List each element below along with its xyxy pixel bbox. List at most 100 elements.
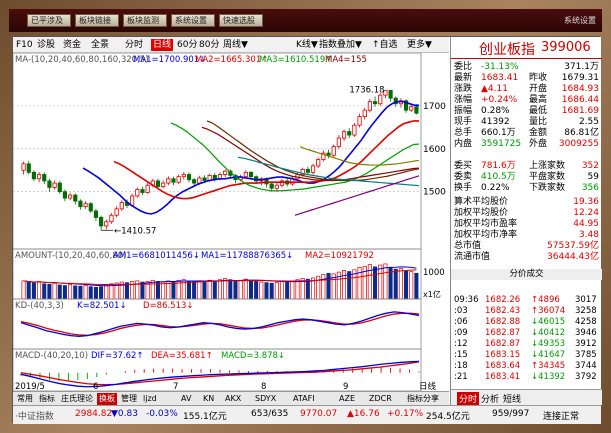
volume-bar bbox=[321, 274, 326, 300]
indicator-tab-4[interactable]: 管理 bbox=[119, 393, 139, 405]
volume-bar bbox=[207, 279, 212, 300]
tool-flow[interactable]: 资金 bbox=[63, 39, 81, 51]
ma-legend-item: MA-(10,20,40,60,80,160,320,5) bbox=[15, 55, 149, 65]
tool-60min[interactable]: 60分 bbox=[177, 39, 197, 51]
volume-bar bbox=[341, 270, 347, 300]
indicator-tab-6[interactable]: AV bbox=[179, 393, 193, 405]
trade-row: :15 1683.15 ↓41647 3785 bbox=[451, 350, 602, 361]
quote-cell: 1679.31 bbox=[561, 73, 599, 83]
indicator-tab-5[interactable]: ljzd bbox=[141, 393, 159, 405]
volume-bar bbox=[31, 282, 36, 300]
tool-80min[interactable]: 80分 bbox=[199, 39, 219, 51]
candle-body bbox=[352, 124, 357, 136]
indicator-tab-3[interactable]: 换板 bbox=[97, 393, 117, 405]
trade-cell: ↓46015 bbox=[531, 317, 566, 327]
indicator-tab-13[interactable]: 指标分享 bbox=[405, 393, 441, 405]
quote-row: 委卖 410.5万 平盘家数 59 bbox=[451, 172, 602, 183]
volume-bar bbox=[161, 281, 166, 300]
tab-quote[interactable]: 分时 bbox=[457, 392, 480, 405]
indicator-tab-2[interactable]: 庄氏理论 bbox=[59, 393, 95, 405]
candle-body bbox=[409, 106, 414, 111]
volume-bar bbox=[409, 271, 414, 300]
candle-body bbox=[357, 116, 362, 126]
tool-minute[interactable]: 分时 bbox=[125, 39, 143, 51]
tool-more[interactable]: 更多▼ bbox=[407, 39, 432, 51]
volume-bar bbox=[93, 286, 98, 300]
volume-bar bbox=[398, 268, 403, 300]
trade-cell: ↓49353 bbox=[531, 339, 566, 349]
tool-full[interactable]: 全景 bbox=[91, 39, 109, 51]
volume-bar bbox=[290, 280, 295, 300]
trade-cell: ↓41647 bbox=[531, 350, 566, 360]
volume-bar bbox=[248, 279, 254, 300]
candle-body bbox=[140, 189, 145, 193]
indicator-tab-8[interactable]: AKX bbox=[223, 393, 243, 405]
volume-tick-label: 1000 bbox=[423, 268, 445, 278]
status-sz-change: ▲16.76 bbox=[347, 409, 380, 419]
tool-period[interactable]: 周线▼ bbox=[223, 39, 248, 51]
quote-cell: 开盘 bbox=[529, 84, 548, 94]
tab-analysis[interactable]: 分析 bbox=[481, 392, 499, 405]
quote-cell: +0.24% bbox=[481, 95, 518, 105]
volume-bar bbox=[99, 286, 104, 300]
date-tick-label: 6 bbox=[93, 382, 98, 391]
volume-bar bbox=[264, 282, 269, 300]
status-sz-index: 9770.07 bbox=[300, 409, 338, 419]
date-tick-label: 2019/5 bbox=[15, 382, 45, 391]
volume-bar bbox=[62, 285, 67, 300]
tab-short-line[interactable]: 短线 bbox=[503, 392, 521, 405]
indicator-tab-0[interactable]: 常用 bbox=[15, 393, 35, 405]
toolbar-button-3[interactable]: 板块监测 bbox=[123, 14, 167, 27]
kd-legend-item: KD-(40,3,3) bbox=[15, 301, 64, 311]
trade-cell: :15 bbox=[454, 350, 468, 360]
quote-cell: 金额 bbox=[529, 128, 548, 138]
volume-bar bbox=[305, 278, 310, 300]
indicator-tab-10[interactable]: ATAFI bbox=[291, 393, 317, 405]
quote-cell: 委卖 bbox=[454, 172, 473, 182]
toolbar-button-1[interactable]: 已平涉及 bbox=[27, 14, 71, 27]
candle-body bbox=[202, 177, 207, 181]
candle-body bbox=[57, 182, 62, 193]
volume-legend-item: AM1=6681011456↓ bbox=[113, 251, 200, 261]
macd-legend-item: DEA=35.681↑ bbox=[151, 351, 213, 361]
tool-f10[interactable]: F10 bbox=[16, 39, 33, 51]
quote-cell: 量比 bbox=[529, 117, 548, 127]
indicator-tab-1[interactable]: 指标 bbox=[37, 393, 57, 405]
quote-cell: 1684.93 bbox=[561, 84, 599, 94]
tool-daily[interactable]: 日线 bbox=[151, 39, 174, 51]
quote-cell: -31.13% bbox=[481, 62, 519, 72]
toolbar-button-5[interactable]: 快速选股 bbox=[219, 14, 263, 27]
volume-bar bbox=[197, 280, 202, 300]
trade-cell: 1682.87 bbox=[485, 339, 521, 349]
chart-area: 1500 1600 1700 MA-(10,20,40,60,80,160,320,5… bbox=[13, 53, 449, 391]
tool-kline[interactable]: K线▼ bbox=[296, 39, 318, 51]
trade-cell: 1682.87 bbox=[485, 328, 521, 338]
candle-body bbox=[367, 101, 372, 111]
indicator-tab-7[interactable]: KN bbox=[201, 393, 216, 405]
toolbar-button-2[interactable]: 板块链接 bbox=[75, 14, 119, 27]
volume-bar bbox=[279, 281, 285, 300]
volume-bar bbox=[88, 286, 93, 300]
toolbar-button-4[interactable]: 系统设置 bbox=[171, 14, 215, 27]
candle-body bbox=[83, 203, 88, 208]
tool-indicator-overlay[interactable]: 指数叠加▼ bbox=[319, 39, 362, 51]
candle-body bbox=[78, 200, 83, 208]
indicator-tab-12[interactable]: ZDCR bbox=[367, 393, 394, 405]
tool-select[interactable]: ↑自选 bbox=[372, 39, 398, 51]
stat-cell: 加权平均股价 bbox=[454, 208, 509, 218]
candle-body bbox=[47, 180, 52, 188]
quote-cell: 委买 bbox=[454, 161, 473, 171]
stat-cell: 3.48 bbox=[578, 230, 599, 240]
volume-bar bbox=[202, 281, 207, 300]
quote-cell: 2.55 bbox=[578, 117, 599, 127]
status-connect: 连接正常 bbox=[543, 412, 580, 422]
tool-diagnose[interactable]: 诊股 bbox=[37, 39, 55, 51]
volume-bar bbox=[378, 264, 383, 300]
quote-row: 换手 0.22% 下跌家数 356 bbox=[451, 183, 602, 194]
trade-cell: :21 bbox=[454, 372, 468, 382]
candle-body bbox=[62, 191, 68, 199]
index-code: 399006 bbox=[541, 40, 591, 55]
indicator-tab-11[interactable]: AZE bbox=[337, 393, 357, 405]
indicator-tab-9[interactable]: SDYX bbox=[253, 393, 278, 405]
stat-cell: 加权平均市盈率 bbox=[454, 219, 518, 229]
